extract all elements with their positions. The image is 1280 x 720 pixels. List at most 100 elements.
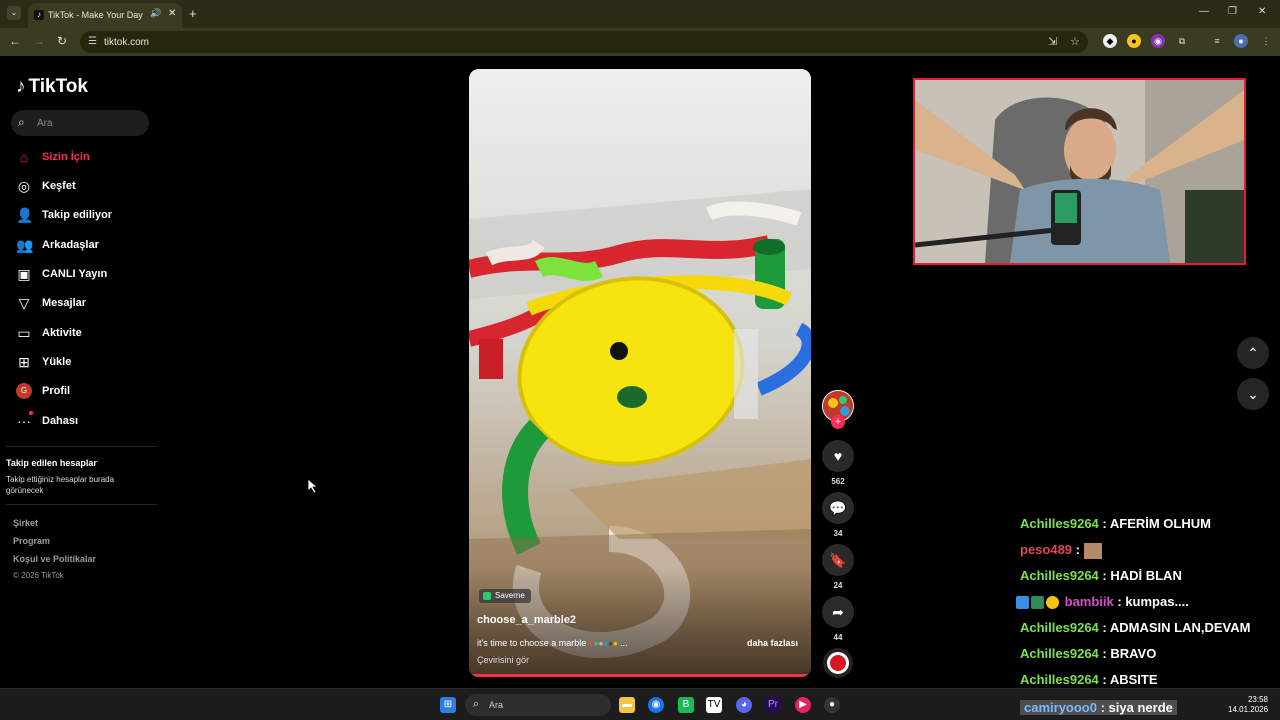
footer-link-program[interactable]: Program — [13, 536, 50, 546]
footer-link-company[interactable]: Şirket — [13, 518, 38, 528]
profile-avatar-icon[interactable]: ● — [1234, 34, 1248, 48]
next-video-button[interactable]: ⌄ — [1237, 378, 1269, 410]
reload-icon[interactable]: ↻ — [57, 34, 67, 48]
obs-icon[interactable]: ● — [824, 697, 840, 713]
sidebar-divider — [5, 446, 157, 447]
chrome-icon[interactable]: ◉ — [648, 697, 664, 713]
more-icon: ··· — [17, 413, 31, 429]
clock-time: 23:58 — [1247, 695, 1268, 704]
chat-nick: peso489 — [1020, 542, 1073, 557]
save-button[interactable]: 🔖 — [822, 544, 854, 576]
chat-message: bambiik : kumpas.... — [1016, 594, 1189, 610]
browser-menu-icon[interactable]: ⋮ — [1259, 34, 1273, 48]
sidebar-item-label: Takip ediliyor — [42, 209, 113, 221]
install-app-icon[interactable]: ⇲ — [1048, 35, 1057, 48]
streamer-webcam-image — [915, 80, 1244, 263]
save-badge-icon — [483, 592, 491, 600]
sidebar-item-label: Dahası — [42, 415, 79, 427]
forward-icon[interactable]: → — [33, 34, 45, 48]
sidebar-item-activity[interactable]: ▭ Aktivite — [16, 324, 156, 344]
chat-nick: Achilles9264 — [1020, 516, 1099, 531]
emoji-marbles-icon: ●●●●●● — [588, 639, 618, 648]
video-progress-bar[interactable] — [469, 674, 811, 677]
sidebar-item-profile[interactable]: G Profil — [16, 382, 156, 402]
bookmark-star-icon[interactable]: ☆ — [1070, 35, 1080, 48]
extension-icon-3[interactable]: ◉ — [1151, 34, 1165, 48]
extension-icon-1[interactable]: ◆ — [1103, 34, 1117, 48]
comment-count: 34 — [833, 529, 843, 538]
notification-dot — [29, 411, 33, 415]
share-count: 44 — [833, 633, 843, 642]
share-arrow-icon: ➦ — [832, 604, 844, 620]
previous-video-button[interactable]: ⌃ — [1237, 337, 1269, 369]
friends-icon: 👥 — [16, 237, 34, 253]
music-disc-icon[interactable] — [823, 648, 853, 678]
sidebar-item-label: Keşfet — [42, 180, 76, 192]
file-explorer-icon[interactable]: ▬ — [619, 697, 635, 713]
reading-list-icon[interactable]: ≡ — [1210, 34, 1224, 48]
chat-emote-image — [1084, 542, 1102, 559]
restore-icon[interactable]: ❐ — [1228, 6, 1237, 17]
app-green-icon[interactable]: B — [678, 697, 694, 713]
sidebar-item-for-you[interactable]: ⌂ Sizin İçin — [16, 148, 156, 168]
badge-icon — [1016, 596, 1029, 610]
chat-nick: bambiik — [1064, 594, 1114, 609]
caption-more-link[interactable]: daha fazlası — [747, 638, 798, 648]
sidebar-item-label: Arkadaşlar — [42, 239, 99, 251]
extensions-puzzle-icon[interactable]: ⧉ — [1175, 34, 1189, 48]
taskbar-clock[interactable]: 23:58 14.01.2026 — [1228, 695, 1268, 715]
sidebar-item-upload[interactable]: ⊞ Yükle — [16, 353, 156, 373]
address-bar[interactable]: ☰ tiktok.com ⇲ ☆ — [80, 31, 1088, 53]
save-badge[interactable]: Saverne — [479, 589, 531, 603]
site-info-icon[interactable]: ☰ — [88, 36, 97, 47]
close-tab-icon[interactable]: ✕ — [168, 8, 176, 19]
comment-button[interactable]: 💬 — [822, 492, 854, 524]
chat-message: Achilles9264 : ADMASIN LAN,DEVAM — [1020, 620, 1251, 635]
footer-link-terms[interactable]: Koşul ve Politikalar — [13, 554, 96, 564]
premiere-icon[interactable]: Pr — [765, 697, 781, 713]
sidebar-item-live[interactable]: ▣ CANLI Yayın — [16, 265, 156, 285]
media-player-icon[interactable]: ▶ — [795, 697, 811, 713]
sidebar-item-messages[interactable]: ▽ Mesajlar — [16, 294, 156, 314]
speaker-icon[interactable]: 🔊 — [150, 8, 161, 19]
browser-tab-bar: ⌄ ♪ TikTok - Make Your Day 🔊 ✕ + — ❐ ✕ — [0, 0, 1280, 28]
like-button[interactable]: ♥ — [822, 440, 854, 472]
new-tab-button[interactable]: + — [189, 6, 197, 21]
chat-message: Achilles9264 : ABSITE — [1020, 672, 1158, 687]
profile-avatar: G — [16, 383, 32, 399]
share-button[interactable]: ➦ — [822, 596, 854, 628]
messages-icon: ▽ — [18, 295, 30, 311]
sidebar-item-label: Profil — [42, 385, 71, 397]
chat-nick: Achilles9264 — [1020, 568, 1099, 583]
tab-search-icon[interactable]: ⌄ — [7, 6, 21, 20]
sidebar-item-following[interactable]: 👤 Takip ediliyor — [16, 206, 156, 226]
sidebar-item-label: Yükle — [42, 356, 72, 368]
tradingview-icon[interactable]: TV — [706, 697, 722, 713]
copyright: © 2026 TikTok — [13, 571, 64, 580]
badge-icon — [1031, 596, 1044, 610]
chat-text: siya nerde — [1108, 700, 1173, 715]
follow-plus-button[interactable]: + — [831, 415, 845, 429]
search-input[interactable]: ⌕ Ara — [11, 110, 149, 136]
taskbar-search-input[interactable]: ⌕ Ara — [465, 694, 611, 716]
discord-icon[interactable]: ◕ — [736, 697, 752, 713]
sidebar-item-friends[interactable]: 👥 Arkadaşlar — [16, 236, 156, 256]
sidebar-item-explore[interactable]: ◎ Keşfet — [16, 177, 156, 197]
windows-start-icon[interactable]: ⊞ — [440, 697, 456, 713]
activity-icon: ▭ — [17, 325, 31, 341]
chat-text: HADİ BLAN — [1110, 568, 1182, 583]
see-translation-link[interactable]: Çevirisini gör — [477, 655, 529, 665]
minimize-icon[interactable]: — — [1199, 6, 1209, 17]
sidebar-item-more[interactable]: ··· Dahası — [16, 411, 156, 432]
browser-tab-tiktok[interactable]: ♪ TikTok - Make Your Day 🔊 ✕ — [28, 3, 182, 28]
chat-text: kumpas.... — [1125, 594, 1189, 609]
video-player[interactable]: Saverne choose_a_marble2 it's time to ch… — [469, 69, 811, 677]
tiktok-logo[interactable]: ♪ TikTok — [16, 76, 88, 98]
chat-message: Achilles9264 : AFERİM OLHUM — [1020, 516, 1211, 531]
video-caption: it's time to choose a marble ●●●●●● ... — [477, 638, 628, 648]
extension-icon-2[interactable]: ● — [1127, 34, 1141, 48]
chat-message: Achilles9264 : BRAVO — [1020, 646, 1157, 661]
window-close-icon[interactable]: ✕ — [1258, 6, 1266, 17]
back-icon[interactable]: ← — [9, 34, 21, 48]
video-author[interactable]: choose_a_marble2 — [477, 614, 576, 626]
